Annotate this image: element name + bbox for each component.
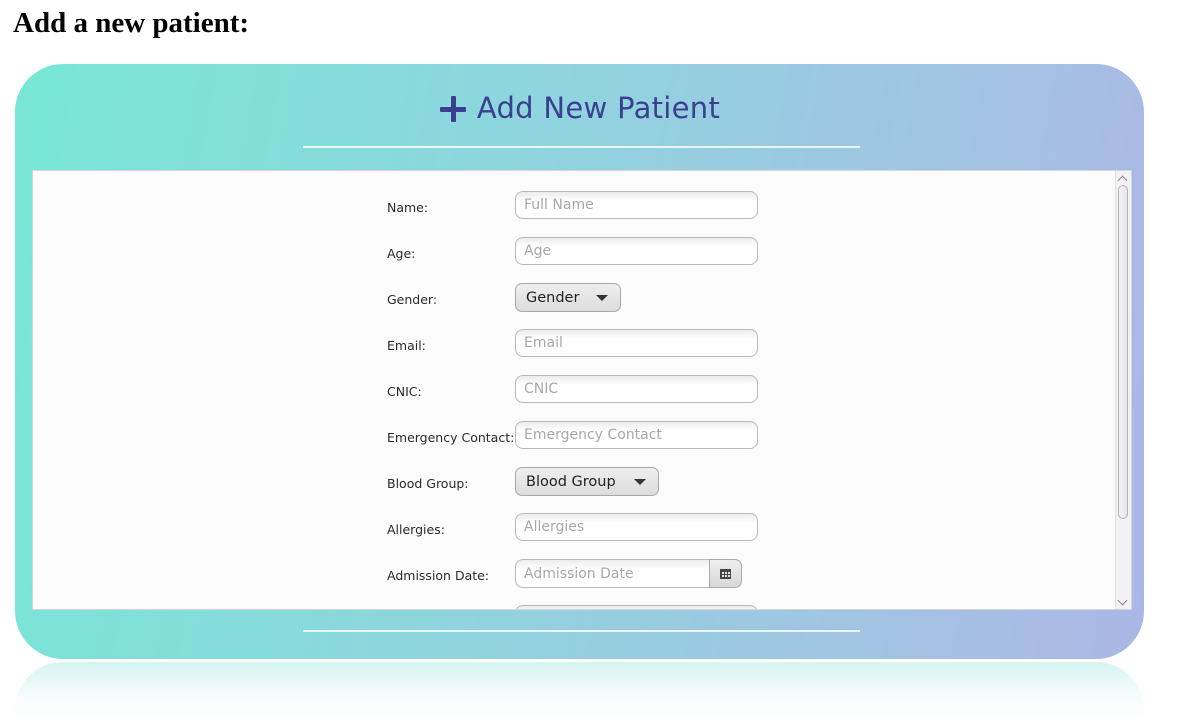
- vertical-scrollbar[interactable]: [1115, 171, 1131, 609]
- add-patient-card: Add New Patient Name: Age: Gender: Gende…: [15, 64, 1144, 659]
- calendar-button[interactable]: [709, 559, 742, 588]
- form-row-cnic: CNIC:: [387, 375, 787, 421]
- scroll-thumb[interactable]: [1118, 185, 1128, 519]
- email-input[interactable]: [515, 329, 758, 357]
- next-field-partial[interactable]: [515, 605, 758, 609]
- header-divider: [303, 146, 860, 148]
- gender-dropdown-value: Gender: [526, 289, 580, 306]
- form-row-partial: [387, 605, 787, 609]
- card-header: Add New Patient: [15, 86, 1144, 130]
- scroll-down-icon[interactable]: [1117, 595, 1128, 606]
- form-row-name: Name:: [387, 191, 787, 237]
- scroll-up-icon[interactable]: [1117, 175, 1128, 186]
- form-row-gender: Gender: Gender: [387, 283, 787, 329]
- form-row-allergies: Allergies:: [387, 513, 787, 559]
- cnic-input[interactable]: [515, 375, 758, 403]
- cnic-label: CNIC:: [387, 384, 422, 399]
- plus-icon: [439, 95, 467, 123]
- form-row-emergency-contact: Emergency Contact:: [387, 421, 787, 467]
- allergies-input[interactable]: [515, 513, 758, 541]
- age-input[interactable]: [515, 237, 758, 265]
- name-label: Name:: [387, 200, 429, 215]
- email-label: Email:: [387, 338, 426, 353]
- chevron-down-icon: [634, 478, 646, 485]
- card-reflection: [15, 662, 1144, 722]
- emergency-contact-label: Emergency Contact:: [387, 430, 515, 445]
- card-title: Add New Patient: [476, 91, 721, 125]
- age-label: Age:: [387, 246, 416, 261]
- form-row-email: Email:: [387, 329, 787, 375]
- blood-group-label: Blood Group:: [387, 476, 469, 491]
- chevron-down-icon: [596, 294, 608, 301]
- form-row-admission-date: Admission Date:: [387, 559, 787, 605]
- admission-date-picker: [515, 559, 742, 588]
- form-row-age: Age:: [387, 237, 787, 283]
- form-scroll-pane[interactable]: Name: Age: Gender: Gender Email: CNIC:: [32, 170, 1132, 610]
- gender-label: Gender:: [387, 292, 438, 307]
- form-row-blood-group: Blood Group: Blood Group: [387, 467, 787, 513]
- patient-form: Name: Age: Gender: Gender Email: CNIC:: [387, 191, 787, 609]
- calendar-icon: [720, 568, 731, 579]
- name-input[interactable]: [515, 191, 758, 219]
- blood-group-dropdown[interactable]: Blood Group: [515, 467, 659, 496]
- blood-group-dropdown-value: Blood Group: [526, 473, 616, 490]
- emergency-contact-input[interactable]: [515, 421, 758, 449]
- admission-date-input[interactable]: [515, 559, 709, 588]
- page-heading: Add a new patient:: [13, 7, 250, 39]
- gender-dropdown[interactable]: Gender: [515, 283, 621, 312]
- allergies-label: Allergies:: [387, 522, 445, 537]
- admission-date-label: Admission Date:: [387, 568, 490, 583]
- footer-divider: [303, 630, 860, 632]
